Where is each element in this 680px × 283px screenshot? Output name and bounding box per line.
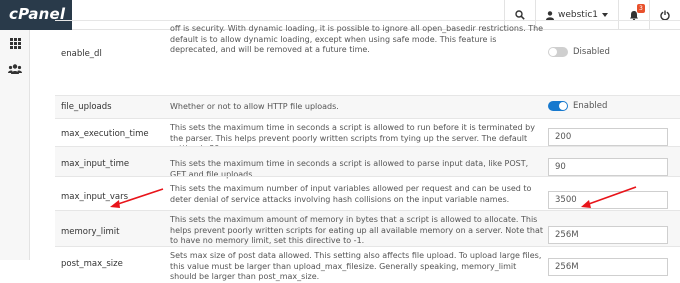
setting-description: This sets the maximum number of input va…: [170, 184, 532, 204]
setting-name: max_input_vars: [61, 192, 129, 202]
toggle-switch[interactable]: [548, 101, 568, 111]
setting-name: post_max_size: [61, 259, 123, 269]
max-execution-time-input[interactable]: [548, 128, 668, 146]
setting-name: file_uploads: [61, 102, 112, 112]
setting-description: Sets max size of post data allowed. This…: [170, 251, 542, 281]
max-input-vars-input[interactable]: [548, 191, 668, 209]
enable-dl-toggle[interactable]: Disabled: [548, 47, 610, 57]
memory-limit-input[interactable]: [548, 226, 668, 244]
toggle-switch[interactable]: [548, 47, 568, 57]
search-icon: [515, 10, 525, 20]
php-settings-content: enable_dl off is security. With dynamic …: [30, 20, 680, 281]
toggle-state-label: Enabled: [573, 101, 608, 111]
table-row: enable_dl off is security. With dynamic …: [55, 20, 680, 95]
setting-name: enable_dl: [61, 49, 102, 59]
setting-name: memory_limit: [61, 227, 120, 237]
users-button[interactable]: [0, 56, 30, 82]
max-input-time-input[interactable]: [548, 158, 668, 176]
setting-description: This sets the maximum amount of memory i…: [170, 215, 544, 245]
table-row: memory_limit This sets the maximum amoun…: [55, 210, 680, 246]
users-icon: [8, 64, 22, 74]
grid-icon: [9, 37, 21, 49]
table-row: file_uploads Whether or not to allow HTT…: [55, 95, 680, 118]
notification-badge: 3: [637, 3, 645, 13]
user-icon: [545, 10, 554, 20]
home-grid-button[interactable]: [0, 30, 30, 56]
table-row: post_max_size Sets max size of post data…: [55, 246, 680, 281]
table-row: max_input_vars This sets the maximum num…: [55, 176, 680, 210]
toggle-state-label: Disabled: [573, 47, 610, 57]
logout-icon: [660, 10, 670, 20]
setting-description: off is security. With dynamic loading, i…: [170, 24, 544, 54]
setting-name: max_execution_time: [61, 129, 149, 139]
post-max-size-input[interactable]: [548, 258, 668, 276]
caret-down-icon: [602, 13, 608, 17]
file-uploads-toggle[interactable]: Enabled: [548, 101, 607, 111]
table-row: max_execution_time This sets the maximum…: [55, 118, 680, 153]
setting-name: max_input_time: [61, 159, 130, 169]
username-label: webstic1: [557, 10, 598, 20]
left-sidebar: [0, 30, 30, 260]
setting-description: Whether or not to allow HTTP file upload…: [170, 102, 339, 111]
table-row: max_input_time This sets the maximum tim…: [55, 146, 680, 179]
